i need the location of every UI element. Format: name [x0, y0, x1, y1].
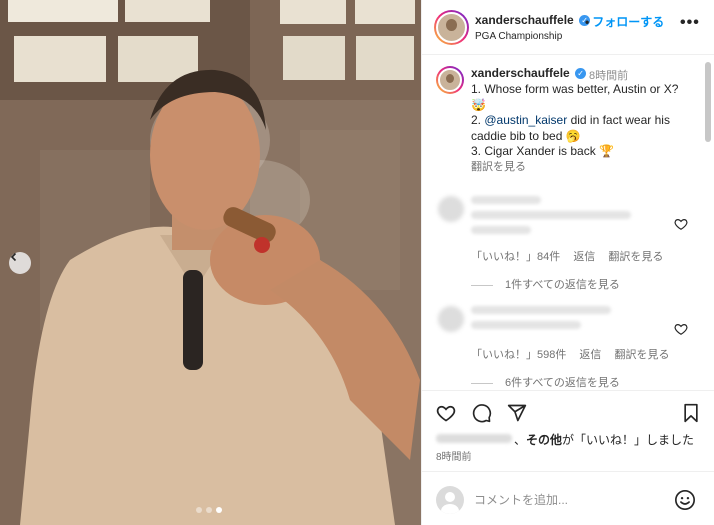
comment-meta: 「いいね！」84件 返信 翻訳を見る	[471, 248, 673, 264]
location-link[interactable]: PGA Championship	[475, 31, 562, 42]
comment-reply-button[interactable]: 返信	[573, 251, 595, 263]
comment-text-blurred	[471, 321, 581, 329]
liked-by-username-blurred	[436, 434, 512, 443]
comment-text-blurred	[471, 226, 531, 234]
chevron-left-icon	[10, 252, 17, 262]
caption-line-3: 3. Cigar Xander is back	[471, 144, 596, 159]
caption-line-1: 1. Whose form was better, Austin or X?	[471, 82, 679, 96]
comment-text-blurred	[471, 211, 631, 219]
carousel-dots	[196, 507, 222, 513]
current-user-avatar	[436, 486, 464, 514]
carousel-dot	[196, 507, 202, 513]
comment-likes-count[interactable]: 「いいね！」84件	[471, 251, 560, 263]
save-bookmark-icon[interactable]	[681, 403, 701, 423]
follow-label[interactable]: フォローする	[592, 15, 664, 29]
photo-illustration	[0, 0, 421, 525]
view-replies-link[interactable]: 6件すべての返信を見る	[471, 374, 620, 390]
scrollbar-thumb[interactable]	[705, 62, 711, 142]
comment-like-heart-icon[interactable]	[674, 322, 688, 336]
carousel-prev-button[interactable]	[9, 252, 31, 274]
comment-username-blurred	[471, 196, 541, 204]
caption-text: 1. Whose form was better, Austin or X? 🤯…	[471, 82, 701, 176]
add-comment-bar	[422, 471, 714, 525]
post-photo[interactable]	[0, 0, 421, 525]
comment-like-heart-icon[interactable]	[674, 217, 688, 231]
view-replies-link[interactable]: 1件すべての返信を見る	[471, 276, 620, 292]
more-options-icon[interactable]: •••	[680, 14, 700, 32]
follow-button[interactable]: • フォローする	[585, 13, 664, 30]
like-heart-icon[interactable]	[436, 403, 456, 423]
liked-by-text: 、その他が「いいね！」しました	[514, 431, 694, 448]
caption-emoji-2: 🥱	[565, 128, 581, 143]
comment-avatar[interactable]	[438, 196, 464, 222]
post-actions: 、その他が「いいね！」しました 8時間前	[422, 390, 714, 470]
carousel-dot	[206, 507, 212, 513]
share-paper-plane-icon[interactable]	[507, 403, 527, 423]
comment-translate-link[interactable]: 翻訳を見る	[614, 349, 669, 361]
post-header: xanderschauffele ✓ • フォローする PGA Champions…	[422, 0, 714, 55]
verified-badge-icon: ✓	[575, 68, 587, 80]
caption-translate-link[interactable]: 翻訳を見る	[471, 160, 701, 176]
caption-emoji-1: 🤯	[471, 97, 486, 112]
liked-by-others-link[interactable]: その他	[526, 433, 562, 447]
liked-by-separator: 、	[514, 433, 527, 447]
liked-by-suffix: が「いいね！」しました	[562, 433, 695, 447]
caption-username[interactable]: xanderschauffele	[471, 66, 570, 80]
header-username-row[interactable]: xanderschauffele ✓	[475, 13, 591, 27]
comments-scroll-area[interactable]: xanderschauffele ✓ 8時間前 1. Whose form wa…	[422, 56, 714, 390]
header-avatar[interactable]	[434, 10, 469, 45]
comment-likes-count[interactable]: 「いいね！」598件	[471, 349, 566, 361]
comment-meta: 「いいね！」598件 返信 翻訳を見る	[471, 346, 679, 362]
header-username[interactable]: xanderschauffele	[475, 13, 574, 27]
comment-avatar[interactable]	[438, 306, 464, 332]
emoji-smiley-icon[interactable]	[674, 489, 696, 511]
post-timestamp[interactable]: 8時間前	[436, 448, 472, 463]
post-panel: xanderschauffele ✓ • フォローする PGA Champions…	[421, 0, 714, 525]
caption-avatar[interactable]	[436, 66, 464, 94]
comment-username-blurred	[471, 306, 611, 314]
caption-line-2-prefix: 2.	[471, 113, 485, 128]
follow-separator: •	[585, 15, 590, 29]
mention-link[interactable]: @austin_kaiser	[484, 113, 567, 127]
comment-translate-link[interactable]: 翻訳を見る	[608, 251, 663, 263]
add-comment-input[interactable]	[474, 490, 654, 510]
caption-username-row[interactable]: xanderschauffele ✓	[471, 66, 587, 80]
caption-time[interactable]: 8時間前	[589, 67, 628, 83]
caption-emoji-3: 🏆	[599, 144, 615, 159]
carousel-dot-active	[216, 507, 222, 513]
comment-reply-button[interactable]: 返信	[579, 349, 601, 361]
comment-bubble-icon[interactable]	[472, 403, 492, 423]
